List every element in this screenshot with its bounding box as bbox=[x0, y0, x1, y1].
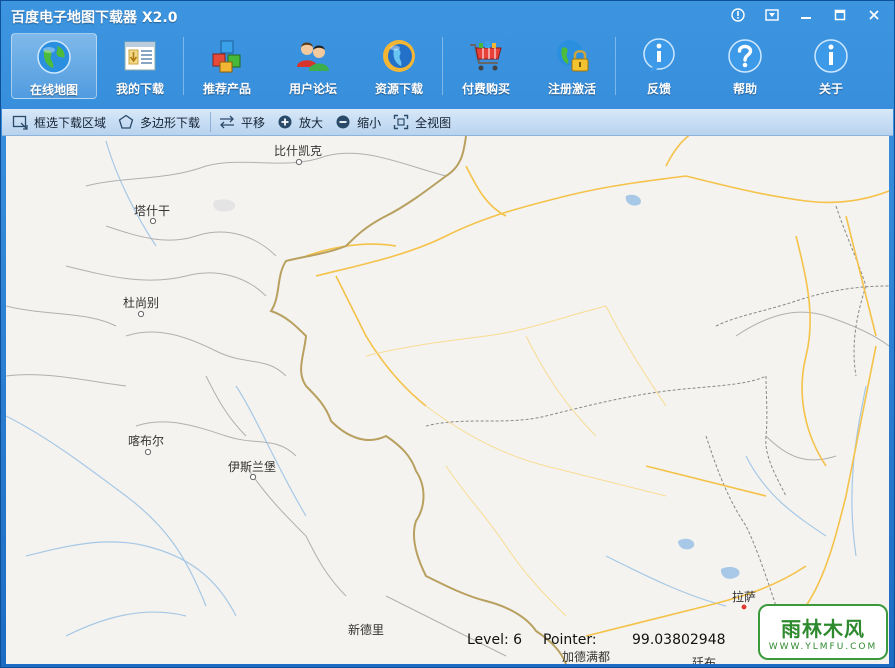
tool-label: 帮助 bbox=[732, 82, 757, 96]
watermark-logo: 雨林木风 WWW.YLMFU.COM bbox=[758, 604, 888, 660]
app-window: 百度电子地图下载器 X2.0 在线地图 我的下载 推荐产品 用户论坛 资源下载 … bbox=[0, 0, 895, 668]
about-info-icon bbox=[812, 37, 850, 75]
help-icon bbox=[726, 37, 764, 75]
tool-label: 关于 bbox=[818, 82, 843, 96]
city-label: 加德满都 bbox=[562, 650, 611, 664]
city-label: 塔什干 bbox=[134, 204, 171, 218]
main-toolbar: 在线地图 我的下载 推荐产品 用户论坛 资源下载 付费购买 注册激活 反馈 帮助… bbox=[11, 33, 874, 103]
map-canvas[interactable]: 比什凯克 塔什干 杜尚别 喀布尔 伊斯兰堡 新德里 拉萨 加德满都 廷布 Lev… bbox=[6, 136, 889, 664]
lake-shape bbox=[213, 199, 236, 212]
full-view-icon bbox=[393, 114, 409, 130]
city-label: 喀布尔 bbox=[128, 434, 165, 448]
maximize-icon bbox=[834, 9, 846, 21]
city-label: 新德里 bbox=[348, 623, 385, 637]
city-label: 伊斯兰堡 bbox=[228, 460, 277, 474]
cart-icon bbox=[467, 37, 505, 75]
map-tools-bar: 框选下载区域 多边形下载 平移 放大 缩小 全视图 bbox=[2, 109, 893, 136]
sub-label: 全视图 bbox=[415, 115, 452, 130]
polygon-icon bbox=[118, 114, 134, 130]
zoom-level-readout: Level: 6 bbox=[467, 632, 523, 648]
sub-label: 多边形下载 bbox=[140, 115, 201, 130]
city-label: 拉萨 bbox=[732, 590, 757, 604]
rect-select-button[interactable]: 框选下载区域 bbox=[10, 111, 116, 133]
zoom-out-button[interactable]: 缩小 bbox=[333, 111, 391, 133]
sub-label: 平移 bbox=[241, 115, 266, 130]
sub-label: 放大 bbox=[299, 115, 324, 130]
tool-feedback[interactable]: 反馈 bbox=[616, 33, 702, 99]
province-boundaries bbox=[425, 205, 889, 607]
polygon-button[interactable]: 多边形下载 bbox=[116, 111, 210, 133]
cubes-icon bbox=[208, 37, 246, 75]
tool-purchase[interactable]: 付费购买 bbox=[443, 33, 529, 99]
tool-help[interactable]: 帮助 bbox=[702, 33, 788, 99]
info-window-button[interactable] bbox=[722, 4, 754, 26]
zoom-out-icon bbox=[335, 114, 351, 130]
zoom-in-button[interactable]: 放大 bbox=[275, 111, 333, 133]
tool-label: 资源下载 bbox=[374, 82, 423, 96]
tool-my-downloads[interactable]: 我的下载 bbox=[97, 33, 183, 99]
sub-divider bbox=[210, 112, 212, 132]
pan-icon bbox=[219, 114, 235, 130]
tool-about[interactable]: 关于 bbox=[788, 33, 874, 99]
lake-shape bbox=[720, 566, 740, 579]
minimize-button[interactable] bbox=[790, 4, 822, 26]
tool-label: 反馈 bbox=[646, 82, 671, 96]
tool-label: 付费购买 bbox=[461, 82, 510, 96]
full-view-button[interactable]: 全视图 bbox=[391, 111, 461, 133]
window-title: 百度电子地图下载器 X2.0 bbox=[11, 10, 178, 26]
city-label: 杜尚别 bbox=[123, 296, 160, 310]
tool-online-map[interactable]: 在线地图 bbox=[11, 33, 97, 99]
watermark-sub: WWW.YLMFU.COM bbox=[768, 641, 878, 652]
menu-window-button[interactable] bbox=[756, 4, 788, 26]
admin-boundaries bbox=[6, 152, 889, 657]
lake-shape bbox=[625, 194, 641, 206]
pointer-value: 99.03802948 bbox=[632, 632, 726, 648]
city-markers bbox=[137, 158, 748, 611]
zoom-in-icon bbox=[277, 114, 293, 130]
resource-globe-icon bbox=[380, 37, 418, 75]
globe-icon bbox=[35, 38, 73, 76]
menu-down-icon bbox=[765, 9, 779, 21]
close-button[interactable] bbox=[858, 4, 890, 26]
sub-label: 缩小 bbox=[357, 115, 382, 130]
close-icon bbox=[869, 10, 879, 20]
city-label: 廷布 bbox=[692, 656, 717, 664]
title-bar: 百度电子地图下载器 X2.0 bbox=[1, 1, 894, 31]
sub-label: 框选下载区域 bbox=[34, 115, 107, 130]
tool-resource-download[interactable]: 资源下载 bbox=[356, 33, 442, 99]
tool-label: 用户论坛 bbox=[288, 82, 337, 96]
tool-label: 我的下载 bbox=[115, 82, 164, 96]
download-list-icon bbox=[121, 37, 159, 75]
rect-select-icon bbox=[12, 114, 28, 130]
maximize-button[interactable] bbox=[824, 4, 856, 26]
lock-globe-icon bbox=[553, 37, 591, 75]
tool-recommend[interactable]: 推荐产品 bbox=[184, 33, 270, 99]
info-circle-icon bbox=[731, 8, 745, 22]
tool-label: 推荐产品 bbox=[202, 82, 251, 96]
lake-shape bbox=[678, 538, 695, 550]
city-label: 比什凯克 bbox=[274, 144, 323, 158]
tool-register[interactable]: 注册激活 bbox=[529, 33, 615, 99]
pointer-label: Pointer: bbox=[543, 632, 597, 648]
pan-button[interactable]: 平移 bbox=[217, 111, 275, 133]
tool-label: 在线地图 bbox=[29, 83, 78, 97]
tool-forum[interactable]: 用户论坛 bbox=[270, 33, 356, 99]
watermark-main: 雨林木风 bbox=[781, 616, 865, 641]
minimize-icon bbox=[801, 17, 811, 19]
tool-label: 注册激活 bbox=[547, 82, 596, 96]
feedback-info-icon bbox=[640, 37, 678, 75]
users-icon bbox=[294, 37, 332, 75]
